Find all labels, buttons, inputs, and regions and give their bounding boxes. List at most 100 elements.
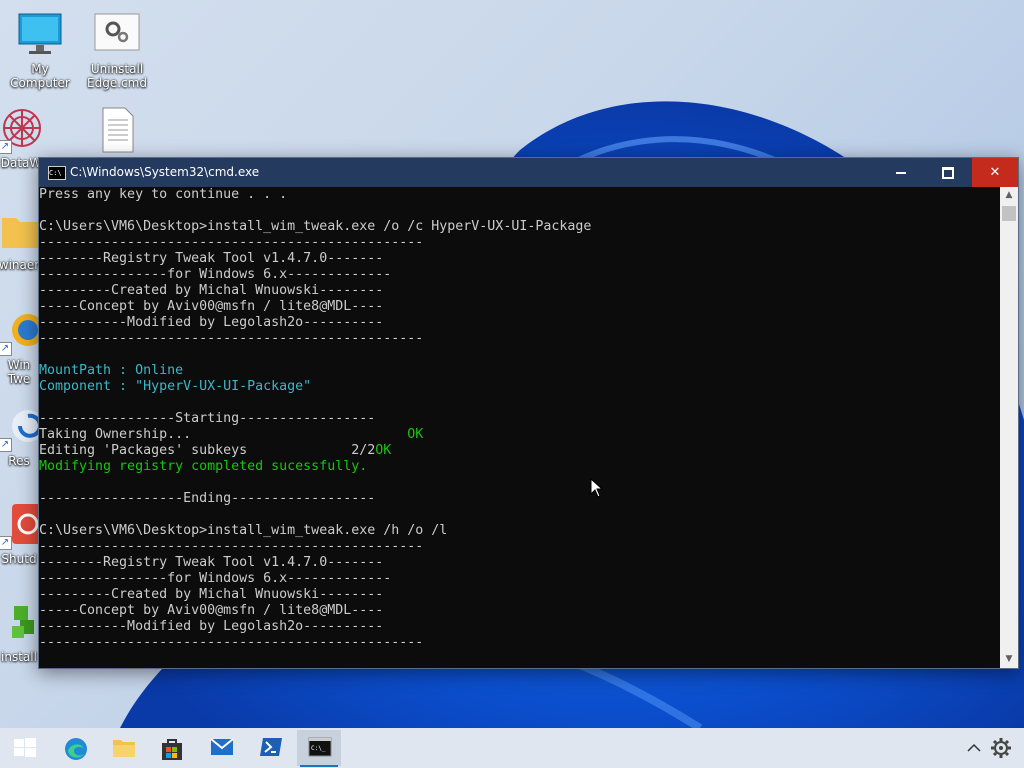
console-line: Editing 'Packages' subkeys 2/2OK [39, 443, 1000, 459]
console-line: -----------------Starting---------------… [39, 411, 1000, 427]
desktop-icon-install[interactable]: install [0, 600, 40, 664]
console-line-text: C:\Users\VM6\Desktop>install_wim_tweak.e… [39, 219, 592, 234]
console-line-text: --------Registry Tweak Tool v1.4.7.0----… [39, 251, 384, 266]
taskbar: C:\_ [0, 728, 1024, 768]
window-titlebar[interactable]: C:\ C:\Windows\System32\cmd.exe ✕ [39, 158, 1018, 187]
console-line-text: -----------Modified by Legolash2o-------… [39, 619, 384, 634]
show-hidden-icons-button[interactable] [964, 740, 984, 756]
desktop-icon-label: Shutd [1, 552, 37, 566]
desktop-icon-uninstall-edge[interactable]: Uninstall Edge.cmd [77, 12, 157, 90]
console-line: ----------------for Windows 6.x---------… [39, 571, 1000, 587]
monitor-icon [16, 12, 64, 60]
desktop-icon-my-computer[interactable]: My Computer [0, 12, 80, 90]
shortcut-arrow-icon: ↗ [0, 342, 12, 356]
console-status-ok: OK [375, 443, 392, 458]
svg-text:C:\_: C:\_ [311, 745, 326, 752]
mouse-pointer-icon [590, 478, 604, 498]
mail-icon [210, 738, 234, 755]
desktop-icon-label: My Computer [10, 62, 70, 90]
folder-icon [0, 208, 40, 256]
scroll-up-icon[interactable]: ▲ [1000, 187, 1018, 204]
close-button[interactable]: ✕ [972, 158, 1018, 187]
console-line: ----------------------------------------… [39, 539, 1000, 555]
minimize-icon [896, 172, 906, 174]
console-line: ---------Created by Michal Wnuowski-----… [39, 587, 1000, 603]
desktop-icon-restart[interactable]: ↗ Res [0, 404, 40, 468]
console-line: Component : "HyperV-UX-UI-Package" [39, 379, 1000, 395]
desktop-icon-label: Uninstall Edge.cmd [87, 62, 147, 90]
cmd-window[interactable]: C:\ C:\Windows\System32\cmd.exe ✕ Press … [38, 157, 1019, 669]
close-icon: ✕ [989, 165, 1001, 180]
maximize-button[interactable] [924, 158, 970, 187]
window-title: C:\Windows\System32\cmd.exe [70, 165, 260, 179]
console-line: Taking Ownership... OK [39, 427, 1000, 443]
mail-button[interactable] [199, 730, 243, 766]
console-line-text: ----------------for Windows 6.x---------… [39, 267, 392, 282]
app-icon: ↗ [0, 106, 44, 154]
scrollbar-thumb[interactable] [1002, 206, 1016, 221]
console-line: ----------------------------------------… [39, 331, 1000, 347]
console-line-text: Modifying registry completed sucessfully… [39, 459, 368, 474]
maximize-icon [942, 167, 954, 179]
restart-icon: ↗ [0, 404, 40, 452]
desktop-icon-text-file[interactable] [77, 106, 157, 156]
minimize-button[interactable] [878, 158, 924, 187]
cmd-icon: C:\ [48, 166, 66, 180]
scroll-down-icon[interactable]: ▼ [1000, 651, 1018, 668]
console-line: ------------------Ending----------------… [39, 491, 1000, 507]
active-app-indicator [300, 765, 338, 767]
vertical-scrollbar[interactable]: ▲ ▼ [1000, 187, 1018, 668]
console-line: Modifying registry completed sucessfully… [39, 459, 1000, 475]
console-line-text: ----------------for Windows 6.x---------… [39, 571, 392, 586]
console-line-text: -----Concept by Aviv00@msfn / lite8@MDL-… [39, 603, 384, 618]
console-line: Press any key to continue . . . [39, 187, 1000, 203]
console-line-text: -----------Modified by Legolash2o-------… [39, 315, 384, 330]
console-line: ---------Created by Michal Wnuowski-----… [39, 283, 1000, 299]
console-line: ----------------for Windows 6.x---------… [39, 267, 1000, 283]
console-line-text: Taking Ownership... [39, 427, 192, 442]
store-icon [162, 739, 182, 760]
console-output[interactable]: Press any key to continue . . . C:\Users\… [39, 187, 1000, 668]
console-line-text: ----------------------------------------… [39, 539, 424, 554]
file-explorer-button[interactable] [101, 730, 145, 766]
console-line-text: Editing 'Packages' subkeys 2/2 [39, 443, 376, 458]
console-line: -----------Modified by Legolash2o-------… [39, 619, 1000, 635]
desktop-icon-label: Res [8, 454, 30, 468]
edge-icon [65, 738, 87, 760]
desktop-icon-label: winaer [0, 258, 40, 272]
powershell-button[interactable] [248, 730, 292, 766]
gear-icon [991, 738, 1011, 758]
console-line-text: -----------------Starting---------------… [39, 411, 376, 426]
console-line: --------Registry Tweak Tool v1.4.7.0----… [39, 555, 1000, 571]
console-line: ----------------------------------------… [39, 635, 1000, 651]
settings-tray-button[interactable] [990, 737, 1012, 759]
console-line: ----------------------------------------… [39, 235, 1000, 251]
shortcut-arrow-icon: ↗ [0, 536, 12, 550]
console-line: --------Registry Tweak Tool v1.4.7.0----… [39, 251, 1000, 267]
cmd-button[interactable]: C:\_ [297, 730, 341, 766]
edge-button[interactable] [53, 730, 97, 766]
console-line-text: C:\Users\VM6\Desktop>install_wim_tweak.e… [39, 523, 448, 538]
console-line: C:\Users\VM6\Desktop>install_wim_tweak.e… [39, 219, 1000, 235]
document-icon [93, 106, 141, 154]
power-icon: ↗ [0, 502, 40, 550]
start-button[interactable] [3, 730, 47, 766]
store-button[interactable] [150, 730, 194, 766]
desktop-icon-winaero[interactable]: winaer [0, 208, 40, 272]
desktop-icon-win-tweaker[interactable]: ↗ Win Twe [0, 308, 40, 386]
windows-logo-icon [14, 738, 36, 757]
console-line-text: Press any key to continue . . . [39, 187, 288, 202]
console-line-text: MountPath : Online [39, 363, 184, 378]
console-line-text: ------------------Ending----------------… [39, 491, 376, 506]
console-line: -----Concept by Aviv00@msfn / lite8@MDL-… [39, 299, 1000, 315]
desktop-icon-shutdown[interactable]: ↗ Shutd [0, 502, 40, 566]
app-icon: ↗ [0, 308, 40, 356]
chevron-up-icon [967, 743, 981, 752]
desktop-icon-label: Win Twe [7, 358, 31, 386]
console-line-text: Component : "HyperV-UX-UI-Package" [39, 379, 312, 394]
console-line: MountPath : Online [39, 363, 1000, 379]
